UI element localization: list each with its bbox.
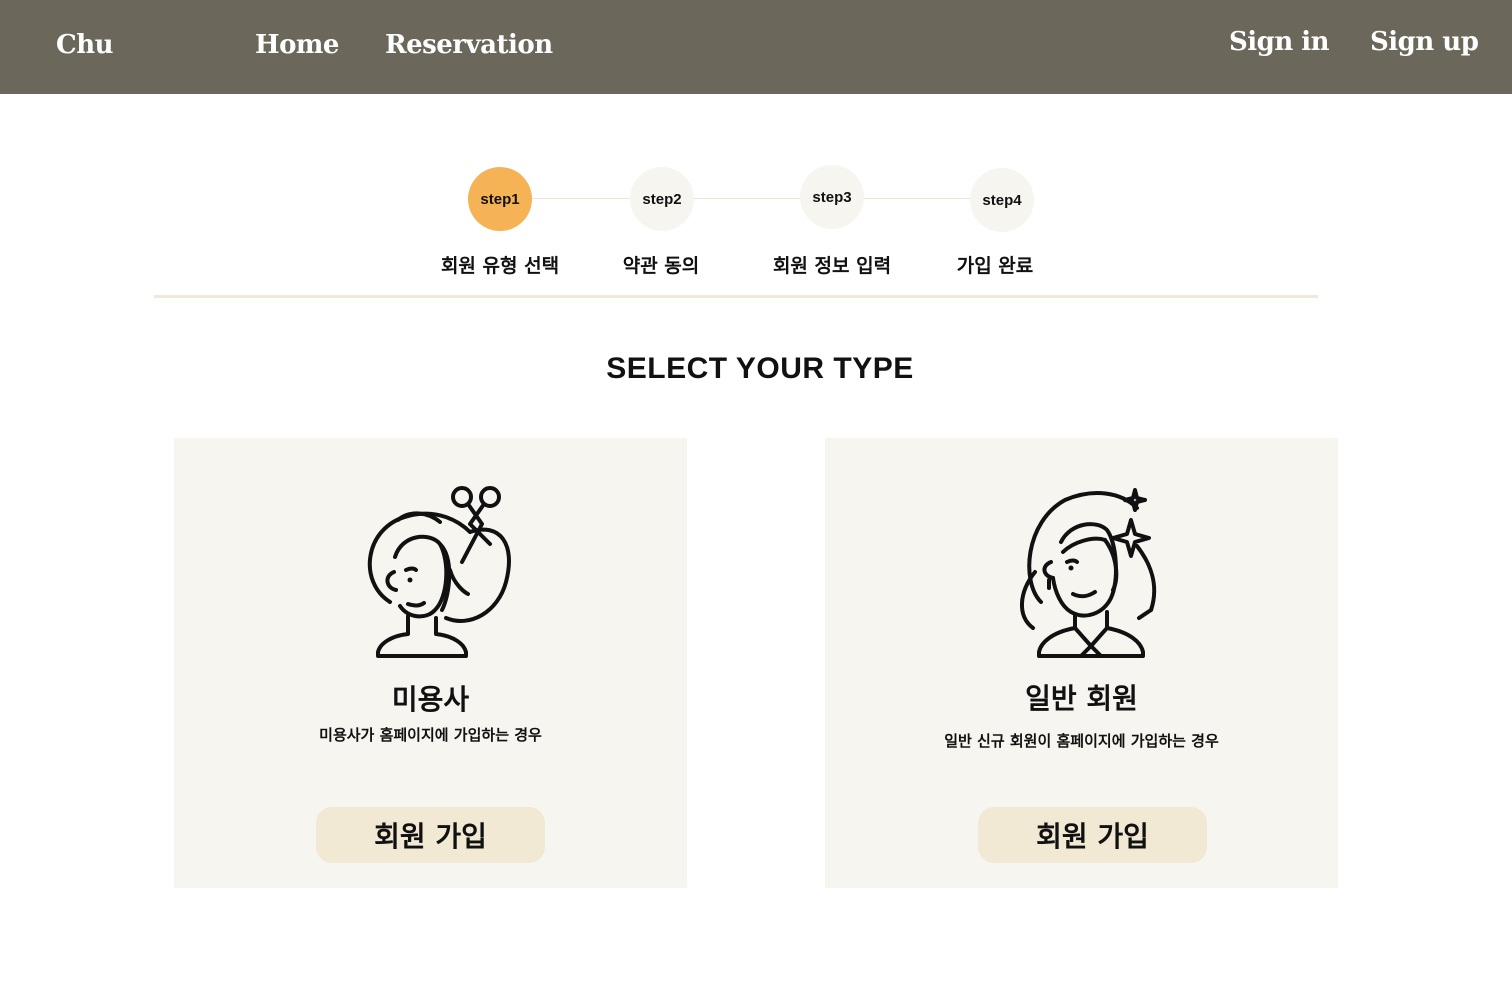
hairdresser-signup-button[interactable]: 회원 가입 [316,807,545,863]
regular-member-signup-button[interactable]: 회원 가입 [978,807,1207,863]
member-type-card-hairdresser[interactable]: 미용사 미용사가 홈페이지에 가입하는 경우 회원 가입 [174,438,687,888]
member-type-card-regular[interactable]: 일반 회원 일반 신규 회원이 홈페이지에 가입하는 경우 회원 가입 [825,438,1338,888]
step-3-label: 회원 정보 입력 [772,255,892,277]
step-connector [864,198,972,199]
card-description: 미용사가 홈페이지에 가입하는 경우 [319,726,542,744]
card-description: 일반 신규 회원이 홈페이지에 가입하는 경우 [944,732,1219,750]
page-title: SELECT YOUR TYPE [606,352,914,385]
step-4-label: 가입 완료 [956,255,1034,277]
step-2-badge[interactable]: step2 [630,167,694,231]
stepper-divider [154,295,1318,298]
step-3-badge[interactable]: step3 [800,165,864,229]
step-connector [532,198,632,199]
step-1-label: 회원 유형 선택 [440,255,560,277]
step-2-label: 약관 동의 [622,255,700,277]
card-title: 미용사 [391,683,470,716]
step-connector [694,198,802,199]
step-4-badge[interactable]: step4 [970,168,1034,232]
signup-stepper: step1 step2 step3 step4 회원 유형 선택 약관 동의 회… [0,0,1512,300]
card-title: 일반 회원 [1025,682,1138,715]
step-1-badge[interactable]: step1 [468,167,532,231]
woman-user-icon [1019,488,1157,658]
hairdresser-icon [367,486,511,658]
